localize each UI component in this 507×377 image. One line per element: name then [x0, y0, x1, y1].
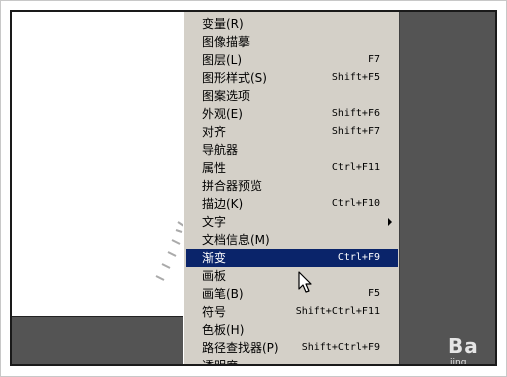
- menu-item-navigator[interactable]: 导航器: [186, 141, 398, 159]
- menu-item-align[interactable]: 对齐 Shift+F7: [186, 123, 398, 141]
- menu-item-flattener-preview[interactable]: 拼合器预览: [186, 177, 398, 195]
- menu-item-appearance[interactable]: 外观(E) Shift+F6: [186, 105, 398, 123]
- menu-item-transparency[interactable]: 透明度: [186, 357, 398, 364]
- menu-item-pattern-options[interactable]: 图案选项: [186, 87, 398, 105]
- menu-item-image-trace[interactable]: 图像描摹: [186, 33, 398, 51]
- application-workspace: 变量(R) 图像描摹 图层(L) F7 图形样式(S) Shift+F5 图案选…: [10, 10, 497, 366]
- menu-item-symbols[interactable]: 符号 Shift+Ctrl+F11: [186, 303, 398, 321]
- mouse-pointer-icon: [298, 271, 312, 293]
- window-menu: 变量(R) 图像描摹 图层(L) F7 图形样式(S) Shift+F5 图案选…: [183, 12, 400, 364]
- menu-item-graphic-styles[interactable]: 图形样式(S) Shift+F5: [186, 69, 398, 87]
- menu-item-swatches[interactable]: 色板(H): [186, 321, 398, 339]
- menu-item-artboards[interactable]: 画板: [186, 267, 398, 285]
- image-frame: 变量(R) 图像描摹 图层(L) F7 图形样式(S) Shift+F5 图案选…: [0, 0, 507, 377]
- menu-item-gradient[interactable]: 渐变 Ctrl+F9: [186, 249, 398, 267]
- menu-item-layers[interactable]: 图层(L) F7: [186, 51, 398, 69]
- menu-item-document-info[interactable]: 文档信息(M): [186, 231, 398, 249]
- menu-item-attributes[interactable]: 属性 Ctrl+F11: [186, 159, 398, 177]
- submenu-arrow-icon: [388, 218, 392, 226]
- menu-item-brushes[interactable]: 画笔(B) F5: [186, 285, 398, 303]
- menu-item-type[interactable]: 文字: [186, 213, 398, 231]
- menu-item-stroke[interactable]: 描边(K) Ctrl+F10: [186, 195, 398, 213]
- watermark-logo: Ba: [448, 334, 479, 358]
- watermark-scribble: [155, 221, 185, 281]
- menu-item-pathfinder[interactable]: 路径查找器(P) Shift+Ctrl+F9: [186, 339, 398, 357]
- watermark-subtext: jing: [450, 358, 467, 366]
- menu-item-variables[interactable]: 变量(R): [186, 15, 398, 33]
